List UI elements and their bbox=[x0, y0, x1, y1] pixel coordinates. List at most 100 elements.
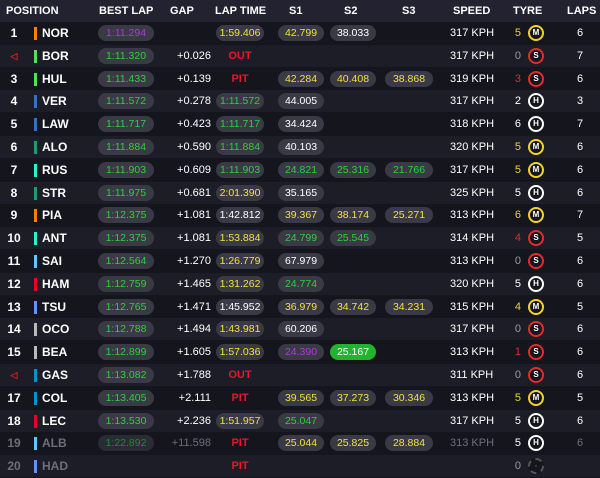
driver-code: LAW bbox=[42, 117, 69, 132]
lap-time: 1:53.884 bbox=[216, 230, 264, 247]
tyre-laps: 4 bbox=[514, 232, 521, 245]
table-row[interactable]: 3 HUL 1:11.433 +0.139 PIT 42.284 40.408 38.868 3… bbox=[0, 68, 600, 90]
tyre-laps: 6 bbox=[514, 209, 521, 222]
lap-time: 1:31.262 bbox=[216, 275, 264, 292]
sector-s1: 24.799 bbox=[278, 230, 324, 247]
lap-time: 1:51.957 bbox=[216, 412, 264, 429]
position-cell: 7 bbox=[10, 162, 18, 177]
position-cell: 1 bbox=[10, 26, 18, 40]
lap-time-status: PIT bbox=[231, 460, 249, 473]
tyre-compound-icon: S bbox=[528, 321, 544, 338]
laps-cell: 7 bbox=[576, 118, 584, 131]
position-cell: 3 bbox=[10, 71, 18, 86]
table-row[interactable]: 19 ALB 1:22.892 +11.598 PIT 25.044 25.825 28.88… bbox=[0, 432, 600, 454]
tyre-laps: 5 bbox=[514, 437, 521, 450]
sector-s3: 34.231 bbox=[385, 298, 433, 315]
table-row[interactable]: 7 RUS 1:11.903 +0.609 1:11.903 24.821 25.316 21… bbox=[0, 159, 600, 181]
team-color-bar bbox=[34, 300, 37, 314]
sector-s2: 38.174 bbox=[330, 207, 376, 224]
sector-s1: 25.047 bbox=[278, 412, 324, 429]
table-row[interactable]: 14 OCO 1:12.788 +1.494 1:43.981 60.206 317 KPH… bbox=[0, 318, 600, 341]
driver-code: HAM bbox=[42, 276, 70, 291]
tyre-compound-icon: S bbox=[528, 230, 544, 247]
team-color-bar bbox=[34, 118, 37, 132]
tyre-laps: 3 bbox=[514, 72, 521, 85]
tyre-compound-icon: S bbox=[528, 253, 544, 269]
table-row[interactable]: 6 ALO 1:11.884 +0.590 1:11.884 40.103 320 KPH 5… bbox=[0, 136, 600, 158]
best-lap: 1:12.788 bbox=[98, 321, 154, 338]
best-lap: 1:13.530 bbox=[98, 412, 154, 429]
sector-s2: 25.316 bbox=[330, 161, 376, 178]
table-row[interactable]: 13 TSU 1:12.765 +1.471 1:45.952 36.979 34.742 3… bbox=[0, 296, 600, 318]
table-row[interactable]: 18 LEC 1:13.530 +2.236 1:51.957 25.047 317 KPH… bbox=[0, 409, 600, 432]
sector-s2: 37.273 bbox=[330, 389, 376, 406]
position-cell: ◁ bbox=[10, 370, 18, 380]
tyre-laps: 0 bbox=[514, 369, 521, 381]
table-row[interactable]: 20 HAD PIT 0- bbox=[0, 455, 600, 478]
table-row[interactable]: 4 VER 1:11.572 +0.278 1:11.572 44.005 317 KPH 2… bbox=[0, 90, 600, 113]
table-row[interactable]: 1 NOR 1:11.294 1:59.406 42.799 38.033 317 KPH 5… bbox=[0, 22, 600, 44]
gap-cell: +0.139 bbox=[177, 72, 211, 85]
position-cell: 10 bbox=[7, 231, 21, 246]
position-cell: 15 bbox=[7, 345, 21, 360]
header-s1: S1 bbox=[289, 5, 303, 17]
table-row[interactable]: 17 COL 1:13.405 +2.111 PIT 39.565 37.273 30.346… bbox=[0, 387, 600, 409]
sector-s3: 28.884 bbox=[385, 435, 433, 452]
lap-time: 1:11.572 bbox=[216, 93, 264, 110]
table-row[interactable]: 11 SAI 1:12.564 +1.270 1:26.779 67.979 313 KPH… bbox=[0, 250, 600, 272]
driver-code: TSU bbox=[42, 299, 66, 314]
sector-s1: 25.044 bbox=[278, 435, 324, 452]
sector-s1: 42.284 bbox=[278, 70, 324, 87]
speed-cell: 320 KPH bbox=[450, 277, 495, 290]
best-lap: 1:11.572 bbox=[98, 93, 154, 110]
speed-cell: 313 KPH bbox=[450, 391, 495, 404]
best-lap: 1:13.405 bbox=[98, 389, 154, 406]
gap-cell: +11.598 bbox=[171, 437, 211, 450]
laps-cell: 6 bbox=[576, 163, 584, 176]
lap-time: 1:11.717 bbox=[216, 116, 264, 133]
gap-cell: +0.026 bbox=[177, 49, 211, 62]
tyre-compound-icon: H bbox=[528, 275, 544, 292]
position-cell: 12 bbox=[7, 276, 21, 291]
position-cell: 19 bbox=[7, 436, 21, 451]
speed-cell: 311 KPH bbox=[450, 369, 494, 381]
tyre-laps: 0 bbox=[514, 49, 521, 62]
header-speed: SPEED bbox=[453, 5, 491, 17]
table-row[interactable]: 8 STR 1:11.975 +0.681 2:01.390 35.165 325 KPH 5… bbox=[0, 181, 600, 204]
table-row[interactable]: 15 BEA 1:12.899 +1.605 1:57.036 24.390 25.167 3… bbox=[0, 341, 600, 363]
header-laps: LAPS bbox=[567, 5, 597, 17]
position-cell: 17 bbox=[7, 390, 21, 405]
speed-cell: 317 KPH bbox=[450, 323, 495, 336]
best-lap: 1:12.759 bbox=[98, 275, 154, 292]
gap-cell: +2.111 bbox=[178, 391, 211, 404]
position-cell: 4 bbox=[10, 94, 18, 109]
table-row[interactable]: ◁ BOR 1:11.320 +0.026 OUT 317 KPH 0 S 7 bbox=[0, 44, 600, 67]
best-lap: 1:13.082 bbox=[98, 367, 154, 383]
team-color-bar bbox=[34, 437, 37, 451]
table-row[interactable]: 9 PIA 1:12.375 +1.081 1:42.812 39.367 38.174 25… bbox=[0, 204, 600, 226]
team-color-bar bbox=[34, 346, 37, 360]
table-row[interactable]: ◁ GAS 1:13.082 +1.788 OUT 311 KPH 0 S 6 bbox=[0, 364, 600, 386]
tyre-laps: 0 bbox=[514, 323, 521, 336]
sector-s1: 39.565 bbox=[278, 389, 324, 406]
tyre-compound-icon: H bbox=[528, 184, 544, 201]
table-row[interactable]: 5 LAW 1:11.717 +0.423 1:11.717 34.424 318 KPH 6… bbox=[0, 113, 600, 135]
table-row[interactable]: 12 HAM 1:12.759 +1.465 1:31.262 24.774 320 KPH… bbox=[0, 272, 600, 295]
gap-cell: +1.270 bbox=[177, 255, 211, 267]
tyre-compound-icon: M bbox=[528, 25, 544, 41]
speed-cell: 313 KPH bbox=[450, 255, 495, 267]
tyre-compound-icon: M bbox=[528, 389, 544, 406]
team-color-bar bbox=[34, 414, 37, 428]
position-cell: 9 bbox=[10, 208, 18, 223]
sector-s3: 21.766 bbox=[385, 161, 433, 178]
laps-cell: 6 bbox=[576, 414, 584, 427]
speed-cell: 317 KPH bbox=[450, 27, 495, 39]
driver-code: ANT bbox=[42, 231, 67, 246]
lap-time: 1:11.884 bbox=[216, 139, 264, 155]
driver-code: ALB bbox=[42, 436, 67, 451]
position-cell: 6 bbox=[10, 140, 18, 154]
team-color-bar bbox=[34, 369, 37, 382]
tyre-compound-icon: M bbox=[528, 298, 544, 315]
table-row[interactable]: 10 ANT 1:12.375 +1.081 1:53.884 24.799 25.545 3… bbox=[0, 227, 600, 250]
gap-cell: +2.236 bbox=[177, 414, 211, 427]
